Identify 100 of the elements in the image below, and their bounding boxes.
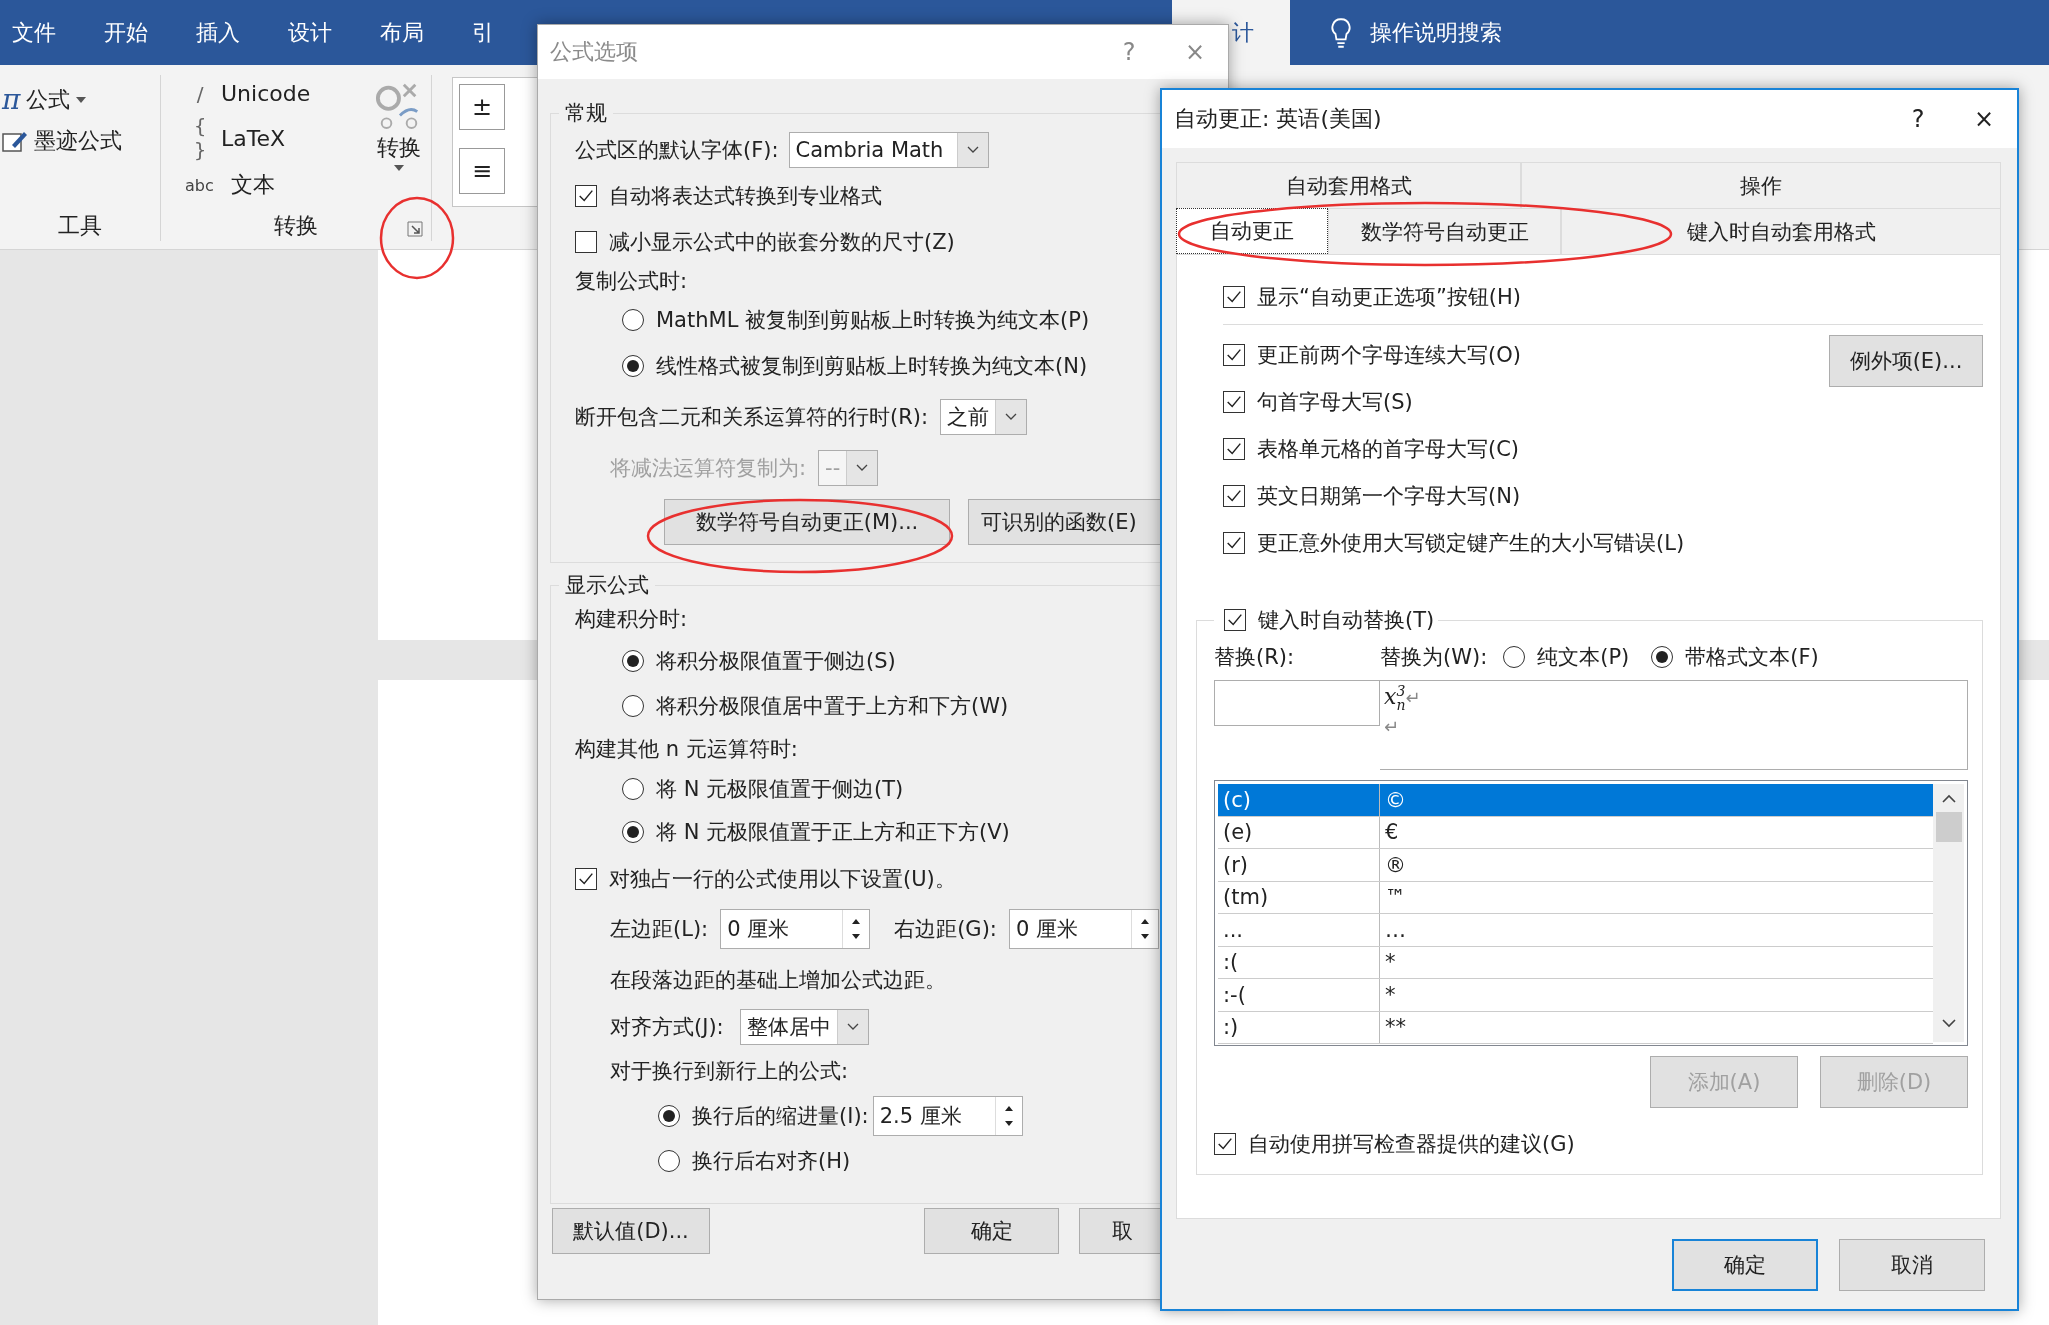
checkbox[interactable]	[1224, 609, 1246, 631]
lightbulb-icon[interactable]	[1330, 16, 1352, 49]
dropdown[interactable]: 之前	[940, 399, 1028, 435]
group-label: 工具	[57, 212, 103, 240]
scrollbar-thumb[interactable]	[1935, 812, 1962, 842]
dialog-button[interactable]: 例外项(E)...	[1829, 335, 1983, 387]
radio-button[interactable]	[1651, 646, 1674, 668]
radio-button[interactable]	[622, 695, 644, 717]
checkbox[interactable]	[1223, 286, 1245, 308]
list-row[interactable]: ... …	[1218, 914, 1933, 947]
list-cell: (e)	[1218, 816, 1380, 848]
close-button[interactable]: ×	[1951, 105, 2017, 133]
convert-button[interactable]: 转换	[377, 133, 421, 163]
list-row[interactable]: :( *	[1218, 946, 1933, 979]
checkbox[interactable]	[1223, 343, 1245, 366]
ribbon-tab[interactable]: 引	[448, 0, 518, 65]
field-label: 替换为(W):	[1380, 644, 1488, 671]
radio-label: 纯文本(P)	[1537, 644, 1630, 671]
radio-label: 将 N 元极限值置于侧边(T)	[656, 776, 904, 803]
field-label: 公式区的默认字体(F):	[575, 137, 779, 164]
ribbon-tab[interactable]: 布局	[356, 0, 448, 65]
checkbox[interactable]	[1223, 390, 1245, 413]
spin-field[interactable]: 2.5 厘米	[872, 1096, 1023, 1136]
checkbox[interactable]	[1223, 484, 1245, 507]
section-label: 复制公式时:	[575, 268, 688, 295]
radio-button[interactable]	[658, 1150, 680, 1172]
dialog-tab[interactable]: 操作	[1521, 162, 2001, 208]
radio-button[interactable]	[622, 778, 644, 800]
braces-icon[interactable]: { }	[185, 114, 215, 162]
dropdown[interactable]: 整体居中	[739, 1009, 869, 1045]
section-label: 对于换行到新行上的公式:	[610, 1058, 849, 1085]
radio-label: 带格式文本(F)	[1685, 644, 1819, 671]
ribbon-tab[interactable]: 设计	[264, 0, 356, 65]
dialog-button[interactable]: 取消	[1839, 1239, 1985, 1291]
radio-button[interactable]	[622, 309, 644, 331]
latex-button[interactable]: LaTeX	[221, 125, 286, 151]
abc-icon[interactable]: abc	[185, 175, 225, 195]
checkbox[interactable]	[1214, 1133, 1236, 1155]
list-cell: (c)	[1218, 784, 1380, 816]
spin-field[interactable]: 0 厘米	[1008, 909, 1159, 949]
checkbox[interactable]	[575, 868, 597, 890]
pi-icon[interactable]: π	[2, 83, 21, 116]
ink-equation-button[interactable]: 墨迹公式	[34, 126, 122, 156]
symbol-button[interactable]: ±	[459, 84, 505, 130]
list-row[interactable]: (c) ©	[1218, 784, 1933, 817]
dialog-launcher-icon[interactable]	[407, 221, 423, 237]
list-cell-text: €	[1384, 819, 1399, 847]
dialog-tab[interactable]: 键入时自动套用格式	[1561, 208, 2001, 254]
scrollbar[interactable]	[1933, 784, 1964, 1042]
list-row[interactable]: :-( *	[1218, 979, 1933, 1012]
dialog-button[interactable]: 确定	[924, 1208, 1059, 1254]
spin-field[interactable]: 0 厘米	[720, 909, 871, 949]
checkbox[interactable]	[1223, 437, 1245, 460]
list-cell: ...	[1218, 914, 1380, 946]
list-cell-text: ™	[1384, 884, 1406, 912]
ribbon-tab[interactable]: 开始	[80, 0, 172, 65]
dialog-tab[interactable]: 自动更正	[1176, 208, 1328, 254]
search-label[interactable]: 操作说明搜索	[1370, 17, 1502, 48]
dialog-tab[interactable]: 自动套用格式	[1176, 162, 1521, 208]
replace-field[interactable]	[1214, 680, 1380, 726]
caret-icon[interactable]	[76, 96, 87, 103]
radio-label: 线性格式被复制到剪贴板上时转换为纯文本(N)	[656, 353, 1088, 380]
scroll-up-icon[interactable]	[1941, 794, 1956, 804]
field-label: 替换(R):	[1214, 644, 1296, 671]
equation-button[interactable]: 公式	[26, 84, 71, 115]
radio-button[interactable]	[622, 650, 644, 672]
dialog-button[interactable]: 默认值(D)...	[552, 1208, 710, 1254]
help-button[interactable]: ?	[1885, 105, 1951, 133]
radio-button[interactable]	[622, 355, 644, 377]
checkbox[interactable]	[575, 185, 597, 207]
field-label: 对齐方式(J):	[610, 1014, 724, 1041]
help-button[interactable]: ?	[1096, 38, 1162, 66]
ribbon-tab[interactable]: 插入	[172, 0, 264, 65]
list-row[interactable]: (r) ®	[1218, 849, 1933, 882]
slash-icon[interactable]: /	[185, 81, 215, 106]
checkbox-label: 表格单元格的首字母大写(C)	[1257, 435, 1520, 463]
text-button[interactable]: 文本	[231, 170, 275, 200]
radio-button[interactable]	[622, 821, 644, 843]
radio-button[interactable]	[658, 1105, 680, 1127]
symbol-button[interactable]: ≡	[459, 148, 505, 194]
dropdown[interactable]: Cambria Math	[788, 132, 989, 168]
unicode-button[interactable]: Unicode	[221, 81, 311, 106]
checkbox[interactable]	[575, 231, 597, 253]
list-row[interactable]: (tm) ™	[1218, 881, 1933, 914]
caret-icon[interactable]	[394, 165, 404, 171]
checkbox-label: 显示“自动更正选项”按钮(H)	[1257, 284, 1521, 311]
radio-button[interactable]	[1503, 646, 1526, 668]
scroll-down-icon[interactable]	[1941, 1018, 1956, 1028]
pen-icon[interactable]	[2, 129, 28, 153]
list-cell: :-(	[1218, 979, 1380, 1011]
dialog-button[interactable]: 确定	[1672, 1239, 1818, 1291]
list-row[interactable]: (e) €	[1218, 816, 1933, 849]
list-cell-text: **	[1384, 1014, 1406, 1042]
dialog-tab[interactable]: 数学符号自动更正	[1328, 208, 1561, 254]
dialog-button[interactable]: 数学符号自动更正(M)...	[664, 499, 950, 545]
checkbox-label: 英文日期第一个字母大写(N)	[1257, 482, 1521, 510]
list-row[interactable]: :) **	[1218, 1011, 1933, 1044]
checkbox-label: 自动将表达式转换到专业格式	[609, 183, 882, 210]
ribbon-tab[interactable]: 文件	[0, 0, 80, 65]
checkbox[interactable]	[1223, 531, 1245, 554]
